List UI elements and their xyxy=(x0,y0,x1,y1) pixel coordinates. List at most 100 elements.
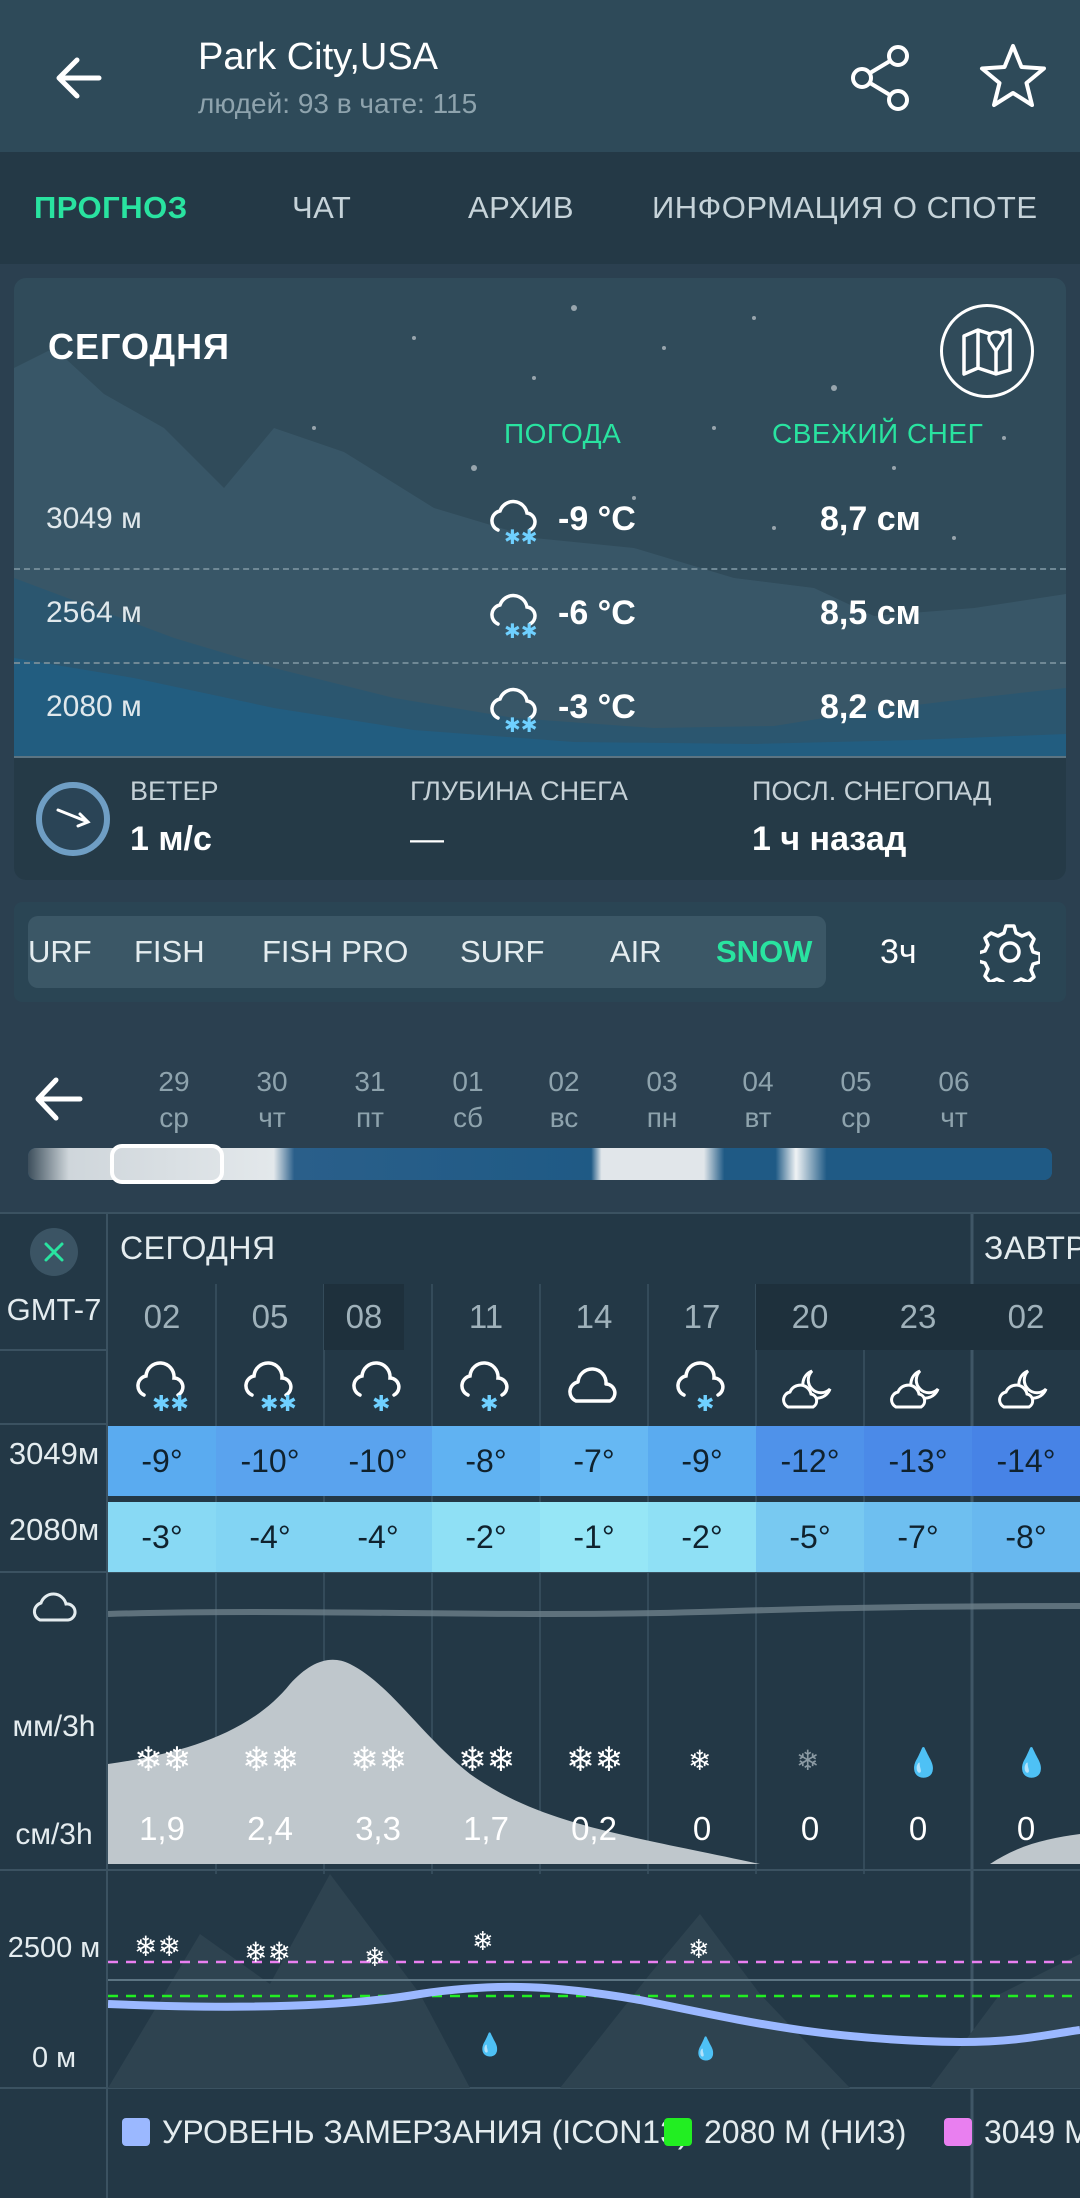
mode-item[interactable]: FISH PRO xyxy=(262,916,408,988)
precip-value: 0 xyxy=(908,1810,928,1847)
tab-archive[interactable]: АРХИВ xyxy=(468,152,574,264)
hour-label: 02 xyxy=(143,1298,181,1335)
cloud-icon xyxy=(28,1586,80,1631)
temp-cell-low: -5° xyxy=(756,1502,864,1572)
fresh-snow-value: 8,2 см xyxy=(820,688,921,726)
temp-cell-high: -13° xyxy=(864,1426,972,1496)
moon-cloud-icon xyxy=(756,1354,864,1424)
share-icon[interactable] xyxy=(846,42,918,114)
date-item[interactable]: 02 вс xyxy=(524,1064,604,1136)
temperature-value: -3 °C xyxy=(558,688,636,726)
hour-label: 05 xyxy=(251,1298,289,1335)
svg-text:✱: ✱ xyxy=(480,1392,498,1417)
day-label-tomorrow: ЗАВТР xyxy=(984,1230,1080,1266)
precip-value: 2,4 xyxy=(247,1810,293,1847)
mode-item[interactable]: FISH xyxy=(134,916,205,988)
interval-selector[interactable]: 3ч xyxy=(880,902,917,1002)
legend-swatch xyxy=(944,2118,972,2146)
altitude-row: 2080 м ✱✱ -3 °C 8,2 см xyxy=(14,662,1066,756)
date-item[interactable]: 31 пт xyxy=(330,1064,410,1136)
temp-cell-high: -8° xyxy=(432,1426,540,1496)
snowflake-icon: ❄❄ xyxy=(566,1740,623,1780)
date-item[interactable]: 06 чт xyxy=(914,1064,994,1136)
snow-cloud-icon: ✱✱ xyxy=(484,494,544,549)
date-item[interactable]: 01 сб xyxy=(428,1064,508,1136)
temp-cell-low: -4° xyxy=(216,1502,324,1572)
temp-cell-low: -2° xyxy=(432,1502,540,1572)
cloud-icon xyxy=(540,1354,648,1424)
mode-item-snow[interactable]: SNOW xyxy=(716,916,812,988)
main-tabs: ПРОГНОЗ ЧАТ АРХИВ ИНФОРМАЦИЯ О СПОТЕ xyxy=(0,152,1080,264)
wind-direction-icon xyxy=(36,782,110,856)
low-altitude-label: 2080м xyxy=(8,1512,100,1547)
moon-cloud-icon xyxy=(864,1354,972,1424)
fresh-snow-value: 8,5 см xyxy=(820,594,921,632)
forecast-table: GMT-7 3049м 2080м мм/3h см/3h 2500 м 0 м… xyxy=(0,1212,1080,2198)
legend-3049m: 3049 М xyxy=(944,2114,1080,2151)
last-snowfall-value: 1 ч назад xyxy=(752,820,907,858)
hour-label: 02 xyxy=(972,1284,1080,1350)
favorite-star-icon[interactable] xyxy=(976,40,1050,114)
hour-label: 14 xyxy=(575,1298,613,1335)
precip-value: 1,9 xyxy=(139,1810,185,1847)
svg-text:✱: ✱ xyxy=(372,1392,390,1417)
snow-cloud-icon: ✱✱ xyxy=(484,588,544,643)
row-labels: GMT-7 3049м 2080м мм/3h см/3h 2500 м 0 м xyxy=(0,1214,108,2198)
date-item[interactable]: 30 чт xyxy=(232,1064,312,1136)
wind-value: 1 м/с xyxy=(130,820,212,858)
high-altitude-label: 3049м xyxy=(8,1436,100,1471)
precip-value: 0 xyxy=(1016,1810,1036,1847)
raindrop-icon: 💧 xyxy=(692,2036,720,2061)
date-item[interactable]: 05 ср xyxy=(816,1064,896,1136)
date-item[interactable]: 29 ср xyxy=(134,1064,214,1136)
precip-value: 0 xyxy=(800,1810,820,1847)
svg-text:✱✱: ✱✱ xyxy=(504,525,538,548)
mode-bar: URF FISH FISH PRO SURF AIR SNOW 3ч xyxy=(14,902,1066,1002)
tab-chat[interactable]: ЧАТ xyxy=(292,152,351,264)
moon-cloud-icon xyxy=(972,1354,1080,1424)
cm-unit-label: см/3h xyxy=(15,1818,93,1851)
hour-label: 20 xyxy=(756,1284,864,1350)
snow-cloud-icon: ✱ xyxy=(324,1354,432,1424)
svg-text:✱✱: ✱✱ xyxy=(260,1392,297,1417)
day-label-today: СЕГОДНЯ xyxy=(120,1230,276,1266)
tab-spot-info[interactable]: ИНФОРМАЦИЯ О СПОТЕ xyxy=(652,152,1038,264)
mode-item[interactable]: AIR xyxy=(610,916,662,988)
temp-cell-low: -7° xyxy=(864,1502,972,1572)
legend-2080m: 2080 М (НИЗ) xyxy=(664,2114,906,2151)
svg-text:✱✱: ✱✱ xyxy=(504,713,538,736)
date-item[interactable]: 03 пн xyxy=(622,1064,702,1136)
snow-cloud-icon: ✱ xyxy=(648,1354,756,1424)
close-icon[interactable] xyxy=(30,1228,78,1276)
temp-cell-low: -1° xyxy=(540,1502,648,1572)
last-snowfall-label: ПОСЛ. СНЕГОПАД xyxy=(752,776,992,806)
legend-freezing-level: УРОВЕНЬ ЗАМЕРЗАНИЯ (ICON13) xyxy=(122,2114,689,2151)
raindrop-icon: 💧 xyxy=(906,1746,941,1779)
svg-text:✱: ✱ xyxy=(696,1392,714,1417)
date-back-arrow-icon[interactable] xyxy=(30,1074,94,1134)
today-stats: ВЕТЕР 1 м/с ГЛУБИНА СНЕГА — ПОСЛ. СНЕГОП… xyxy=(14,756,1066,880)
back-arrow-icon[interactable] xyxy=(40,40,116,116)
mode-item[interactable]: URF xyxy=(28,916,92,988)
temperature-value: -6 °C xyxy=(558,594,636,632)
spot-subtitle: людей: 93 в чате: 115 xyxy=(198,88,478,119)
snow-cloud-icon: ✱✱ xyxy=(108,1354,216,1424)
selected-date-indicator[interactable] xyxy=(110,1144,224,1184)
tab-forecast[interactable]: ПРОГНОЗ xyxy=(34,152,188,264)
temp-cell-high: -10° xyxy=(216,1426,324,1496)
temperature-value: -9 °C xyxy=(558,500,636,538)
raindrop-icon: 💧 xyxy=(476,2032,504,2057)
legend-swatch xyxy=(122,2118,150,2146)
timezone-label: GMT-7 xyxy=(6,1292,102,1327)
spot-title: Park City,USA xyxy=(198,36,439,78)
gear-icon[interactable] xyxy=(976,922,1042,991)
map-icon[interactable] xyxy=(940,304,1034,398)
temp-cell-high: -14° xyxy=(972,1426,1080,1496)
mode-item[interactable]: SURF xyxy=(460,916,544,988)
weather-column-header: ПОГОДА xyxy=(504,418,622,449)
snowflake-icon: ❄ xyxy=(688,1744,712,1777)
hour-label: 11 xyxy=(468,1298,504,1335)
snow-cloud-icon: ✱ xyxy=(432,1354,540,1424)
snowflake-icon: ❄❄ xyxy=(134,1931,181,1962)
date-item[interactable]: 04 вт xyxy=(718,1064,798,1136)
